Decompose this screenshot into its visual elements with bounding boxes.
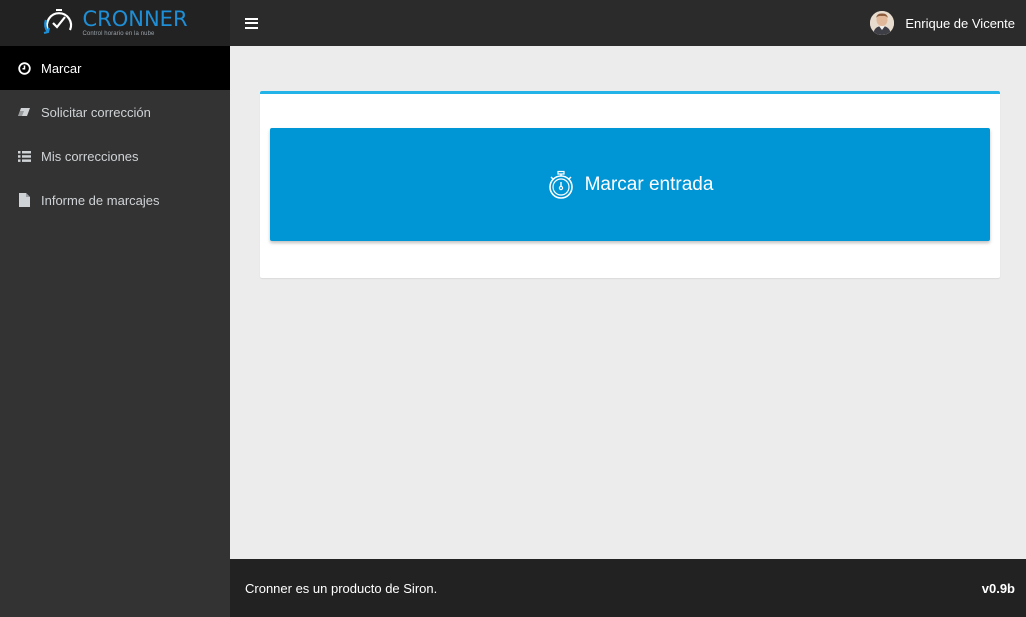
sidebar-item-label: Informe de marcajes bbox=[41, 192, 160, 208]
file-icon bbox=[17, 193, 31, 207]
clock-panel: Marcar entrada bbox=[260, 91, 1000, 278]
sidebar-item-label: Marcar bbox=[41, 60, 82, 76]
list-icon bbox=[17, 149, 31, 163]
brand-name: CRONNER bbox=[82, 7, 188, 31]
sidebar-menu: Marcar Solicitar corrección Mis correcci… bbox=[0, 46, 230, 222]
logo-clock-icon bbox=[44, 9, 73, 34]
sidebar-item-solicitar-correccion[interactable]: Solicitar corrección bbox=[0, 90, 230, 134]
sidebar: CRONNER Control horario en la nube Marca… bbox=[0, 0, 230, 617]
clock-icon bbox=[17, 61, 31, 75]
user-menu[interactable]: Enrique de Vicente bbox=[870, 11, 1015, 35]
sidebar-item-mis-correcciones[interactable]: Mis correcciones bbox=[0, 134, 230, 178]
sidebar-item-label: Solicitar corrección bbox=[41, 104, 151, 120]
footer: Cronner es un producto de Siron. v0.9b bbox=[230, 559, 1026, 617]
clock-in-button[interactable]: Marcar entrada bbox=[270, 128, 990, 241]
stopwatch-icon bbox=[548, 170, 573, 199]
footer-text: Cronner es un producto de Siron. bbox=[245, 580, 438, 596]
sidebar-item-informe-de-marcajes[interactable]: Informe de marcajes bbox=[0, 178, 230, 222]
hamburger-icon[interactable] bbox=[245, 17, 258, 29]
user-name: Enrique de Vicente bbox=[905, 15, 1015, 31]
app-version: v0.9b bbox=[981, 580, 1015, 596]
eraser-icon bbox=[17, 105, 31, 119]
brand-logo[interactable]: CRONNER Control horario en la nube bbox=[42, 7, 188, 38]
logo-area: CRONNER Control horario en la nube bbox=[0, 0, 230, 46]
brand-tagline: Control horario en la nube bbox=[82, 31, 155, 37]
sidebar-item-label: Mis correcciones bbox=[41, 148, 139, 164]
sidebar-item-marcar[interactable]: Marcar bbox=[0, 46, 230, 90]
clock-in-button-label: Marcar entrada bbox=[584, 173, 714, 195]
avatar[interactable] bbox=[870, 11, 895, 35]
top-bar: Enrique de Vicente bbox=[230, 0, 1026, 46]
